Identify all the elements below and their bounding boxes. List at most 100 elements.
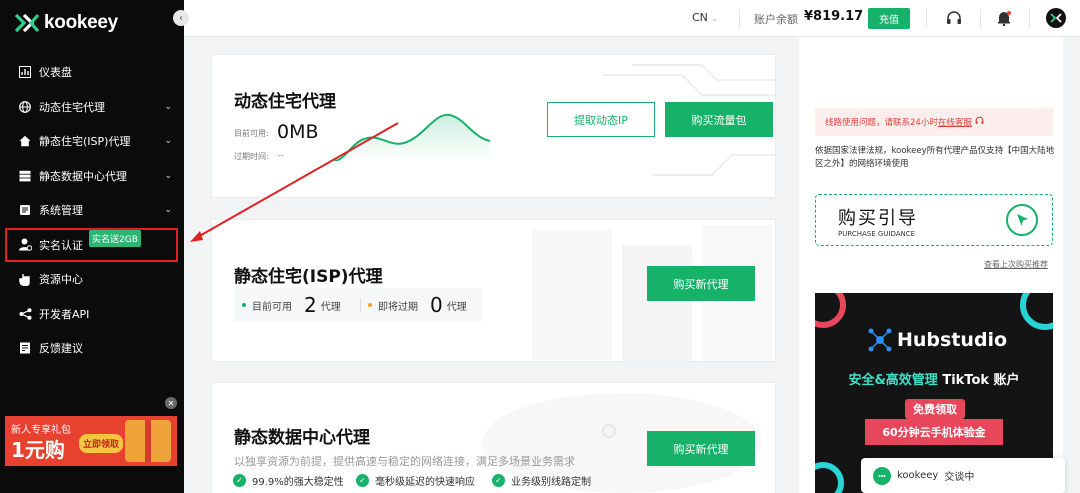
expire-label: 过期时间: bbox=[234, 152, 269, 161]
green-dot-icon bbox=[242, 303, 246, 307]
guide-title: 购买引导 bbox=[838, 208, 918, 229]
headset-icon[interactable] bbox=[945, 9, 963, 27]
guide-subtitle: PURCHASE GUIDANCE bbox=[838, 230, 916, 238]
sidebar-item-label: 仪表盘 bbox=[39, 66, 72, 80]
globe-icon bbox=[18, 100, 32, 114]
divider bbox=[360, 298, 361, 312]
verification-bonus-badge: 实名送2GB bbox=[89, 230, 141, 248]
available-traffic: 0MB bbox=[277, 121, 319, 143]
expire-value: -- bbox=[278, 151, 284, 160]
chevron-down-icon: ⌄ bbox=[164, 136, 172, 146]
sidebar-item-system-management[interactable]: 系统管理 ⌄ bbox=[0, 193, 184, 228]
extract-dynamic-ip-button[interactable]: 提取动态IP bbox=[547, 102, 655, 137]
isp-stats-box: 目前可用 2 代理 即将过期 0 代理 bbox=[234, 288, 482, 322]
divider bbox=[926, 9, 927, 28]
sidebar: kookeey 仪表盘 动态住宅代理 ⌄ 静态住宅(ISP)代理 ⌄ 静态数据中… bbox=[0, 0, 184, 493]
stat-unit: 代理 bbox=[446, 301, 467, 313]
brand-logo[interactable]: kookeey bbox=[14, 12, 118, 34]
sidebar-collapse-button[interactable]: ‹ bbox=[173, 10, 189, 26]
user-verify-icon bbox=[18, 238, 32, 252]
buy-traffic-package-button[interactable]: 购买流量包 bbox=[665, 102, 773, 137]
sidebar-item-label: 反馈建议 bbox=[39, 342, 83, 356]
headset-icon bbox=[975, 116, 984, 128]
chat-bubble-icon bbox=[873, 466, 891, 485]
check-icon: ✓ bbox=[356, 474, 369, 487]
brand-name: kookeey bbox=[44, 12, 118, 33]
sidebar-item-label: 动态住宅代理 bbox=[39, 100, 105, 114]
available-label: 目前可用: bbox=[234, 129, 269, 138]
sidebar-item-label: 资源中心 bbox=[39, 273, 83, 287]
feature-custom-line: ✓ 业务级别线路定制 bbox=[492, 473, 591, 488]
language-selector[interactable]: CN ⌄ bbox=[692, 11, 718, 24]
feature-label: 99.9%的强大稳定性 bbox=[252, 477, 344, 488]
gift-box-icon bbox=[125, 420, 171, 462]
orange-dot-icon bbox=[368, 303, 372, 307]
dynamic-residential-card: 动态住宅代理 目前可用: 0MB 过期时间: -- 提取动态IP 购买流量包 bbox=[211, 54, 776, 198]
settings-icon bbox=[18, 203, 32, 217]
support-notice: 线路使用问题，请联系24小时 在线客服 bbox=[815, 108, 1053, 136]
card-description: 以独享资源为前提，提供高速与稳定的网络连接，满足多场景业务需求 bbox=[234, 455, 575, 468]
cursor-arrow-icon bbox=[1006, 204, 1038, 236]
feature-latency: ✓ 毫秒级延迟的快速响应 bbox=[356, 473, 475, 488]
divider bbox=[980, 9, 981, 28]
hand-icon bbox=[18, 272, 32, 286]
chevron-down-icon: ⌄ bbox=[710, 14, 719, 24]
sidebar-item-label: 静态数据中心代理 bbox=[39, 169, 127, 183]
dashboard-icon bbox=[18, 65, 32, 79]
stat-label: 目前可用 bbox=[252, 301, 292, 313]
sidebar-item-resource-center[interactable]: 资源中心 bbox=[0, 262, 184, 297]
ad-offer: 60分钟云手机体验金 bbox=[865, 419, 1003, 445]
sidebar-item-real-name-verification[interactable]: 实名认证 实名送2GB bbox=[5, 227, 178, 262]
chat-status: 交谈中 bbox=[944, 472, 975, 483]
sidebar-item-static-isp[interactable]: 静态住宅(ISP)代理 ⌄ bbox=[0, 124, 184, 159]
stat-unit: 代理 bbox=[320, 301, 341, 313]
right-panel: 线路使用问题，请联系24小时 在线客服 依据国家法律法规，kookeey所有代理产… bbox=[799, 37, 1063, 493]
stat-count: 2 bbox=[304, 293, 317, 317]
check-icon: ✓ bbox=[233, 474, 246, 487]
newcomer-promo-banner[interactable]: 新人专享礼包 1元购 立即领取 bbox=[5, 416, 177, 466]
balance-value: ¥819.17 bbox=[804, 9, 864, 24]
sidebar-item-static-datacenter[interactable]: 静态数据中心代理 ⌄ bbox=[0, 159, 184, 194]
live-chat-widget[interactable]: kookeey 交谈中 bbox=[861, 458, 1065, 493]
expiring-proxies-stat: 即将过期 0 代理 bbox=[368, 288, 467, 322]
sidebar-item-feedback[interactable]: 反馈建议 bbox=[0, 331, 184, 366]
buy-new-isp-proxy-button[interactable]: 购买新代理 bbox=[647, 266, 755, 301]
api-icon bbox=[18, 307, 32, 321]
feature-stability: ✓ 99.9%的强大稳定性 bbox=[233, 473, 344, 488]
sidebar-item-label: 实名认证 bbox=[39, 238, 83, 252]
ad-brand: Hubstudio bbox=[897, 329, 1008, 351]
online-support-link[interactable]: 在线客服 bbox=[938, 116, 972, 128]
ad-claim-button[interactable]: 免费领取 bbox=[905, 399, 965, 419]
sidebar-item-dashboard[interactable]: 仪表盘 bbox=[0, 55, 184, 90]
static-isp-card: 静态住宅(ISP)代理 目前可用 2 代理 即将过期 0 代理 购买新代理 bbox=[211, 219, 776, 362]
recharge-button[interactable]: 充值 bbox=[868, 8, 910, 29]
sidebar-item-dynamic-residential[interactable]: 动态住宅代理 ⌄ bbox=[0, 90, 184, 125]
feedback-icon bbox=[18, 341, 32, 355]
chevron-down-icon: ⌄ bbox=[164, 205, 172, 215]
kookeey-logo-icon bbox=[14, 13, 40, 33]
promo-claim-button[interactable]: 立即领取 bbox=[79, 434, 124, 453]
buy-new-datacenter-proxy-button[interactable]: 购买新代理 bbox=[647, 431, 755, 466]
feature-label: 毫秒级延迟的快速响应 bbox=[375, 477, 475, 488]
hubstudio-logo: Hubstudio bbox=[867, 327, 1007, 353]
home-icon bbox=[18, 134, 32, 148]
legal-notice: 依据国家法律法规，kookeey所有代理产品仅支持【中国大陆地区之外】的网络环境… bbox=[815, 146, 1055, 169]
purchase-guide-card[interactable]: 购买引导 PURCHASE GUIDANCE bbox=[815, 194, 1053, 246]
card-title: 静态数据中心代理 bbox=[234, 428, 370, 448]
chat-name: kookeey bbox=[897, 470, 939, 481]
promo-close-icon[interactable]: ✕ bbox=[165, 397, 177, 409]
server-icon bbox=[18, 169, 32, 183]
promo-price: 1元购 bbox=[11, 438, 65, 462]
divider bbox=[739, 9, 740, 28]
last-purchase-recommendation-link[interactable]: 查看上次购买推荐 bbox=[984, 259, 1048, 270]
avatar[interactable] bbox=[1046, 8, 1066, 28]
sidebar-item-developer-api[interactable]: 开发者API bbox=[0, 297, 184, 332]
chevron-down-icon: ⌄ bbox=[164, 170, 172, 181]
bell-icon[interactable] bbox=[995, 9, 1013, 27]
stat-label: 即将过期 bbox=[378, 301, 418, 313]
balance-label: 账户余额 bbox=[754, 13, 798, 26]
ad-headline: 安全&高效管理 TikTok 账户 bbox=[848, 373, 1020, 388]
top-bar: CN ⌄ 账户余额 ¥819.17 充值 bbox=[184, 0, 1080, 37]
available-proxies-stat: 目前可用 2 代理 bbox=[242, 288, 341, 322]
hub-network-icon bbox=[868, 328, 892, 352]
